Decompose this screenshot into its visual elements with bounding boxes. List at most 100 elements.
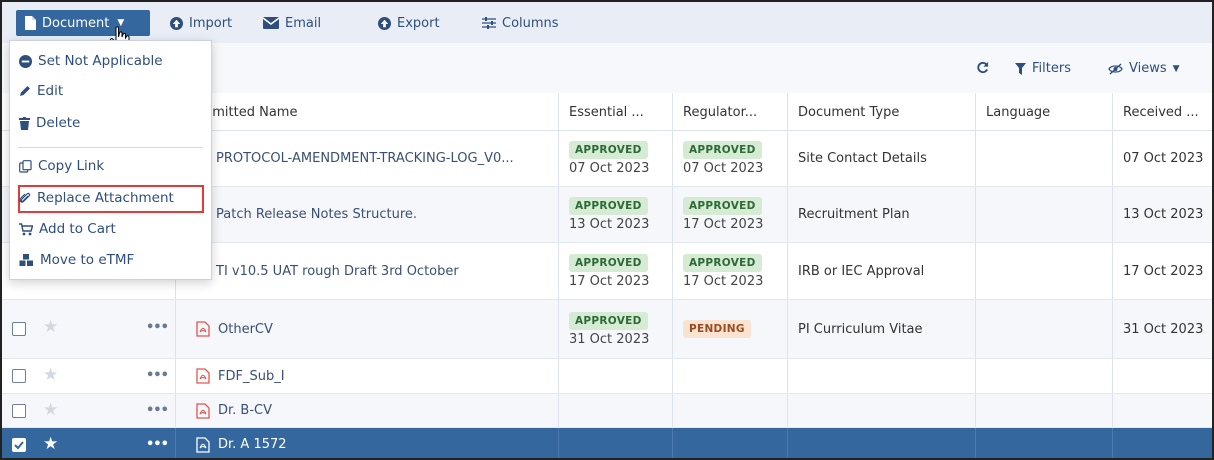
status-date: 17 Oct 2023 — [569, 273, 650, 289]
columns-button-label: Columns — [502, 15, 559, 31]
status-badge: PENDING — [683, 320, 751, 338]
email-button-label: Email — [285, 15, 322, 31]
regulatory-cell: PENDING — [672, 300, 787, 358]
menu-item-edit[interactable]: Edit — [19, 83, 63, 99]
menu-item-copy-link[interactable]: Copy Link — [19, 158, 104, 174]
row-checkbox-checked[interactable] — [12, 438, 26, 452]
table-row[interactable]: ★ ••• OtherCV APPROVED 31 Oct 2023 PENDIN… — [2, 300, 1212, 359]
toolbar: Document ▼ Import Email Export Columns — [2, 2, 1212, 51]
status-date: 07 Oct 2023 — [683, 161, 764, 176]
menu-item-label: Add to Cart — [39, 221, 116, 237]
email-button[interactable]: Email — [263, 10, 321, 36]
menu-item-add-to-cart[interactable]: Add to Cart — [19, 221, 116, 237]
document-name-link[interactable]: OtherCV — [218, 322, 273, 337]
pdf-file-icon — [196, 402, 210, 419]
name-cell[interactable]: FDF_Sub_I — [175, 359, 558, 393]
document-name-link[interactable]: Dr. B-CV — [218, 403, 272, 418]
status-badge: APPROVED — [683, 197, 762, 215]
filters-button-label: Filters — [1032, 61, 1071, 76]
more-actions-icon[interactable]: ••• — [146, 368, 169, 383]
more-actions-icon[interactable]: ••• — [146, 437, 169, 452]
status-date: 13 Oct 2023 — [569, 217, 650, 232]
pencil-icon — [20, 86, 30, 96]
column-header-label: Regulator... — [683, 104, 758, 120]
status-date: 31 Oct 2023 — [569, 331, 650, 347]
regulatory-cell: APPROVED 17 Oct 2023 — [672, 243, 787, 299]
menu-item-replace-attachment[interactable]: Replace Attachment — [19, 190, 174, 206]
row-checkbox[interactable] — [12, 369, 26, 383]
essential-cell: APPROVED 13 Oct 2023 — [558, 187, 672, 242]
document-name-link[interactable]: PROTOCOL-AMENDMENT-TRACKING-LOG_V0... — [216, 151, 514, 166]
column-header-language[interactable]: Language — [975, 93, 1112, 131]
essential-cell: APPROVED 31 Oct 2023 — [558, 300, 672, 358]
name-cell[interactable]: PROTOCOL-AMENDMENT-TRACKING-LOG_V0... — [175, 131, 558, 186]
document-type-cell — [787, 394, 975, 427]
star-icon[interactable]: ★ — [43, 434, 58, 454]
menu-item-delete[interactable]: Delete — [19, 115, 80, 131]
views-button[interactable]: Views ▼ — [1108, 61, 1180, 76]
document-type-cell — [787, 428, 975, 458]
star-icon[interactable]: ★ — [43, 400, 58, 420]
star-icon[interactable]: ★ — [43, 365, 58, 385]
table-row[interactable]: ★ ••• FDF_Sub_I — [2, 359, 1212, 394]
sliders-icon — [482, 17, 496, 29]
status-badge: APPROVED — [569, 253, 648, 272]
name-cell[interactable]: TI v10.5 UAT rough Draft 3rd October — [175, 243, 558, 299]
language-cell — [975, 359, 1112, 393]
document-name-link[interactable]: Dr. A 1572 — [218, 437, 287, 452]
status-badge: APPROVED — [683, 253, 762, 272]
table-row[interactable]: ★ ••• Dr. B-CV — [2, 394, 1212, 428]
pdf-file-icon — [196, 436, 210, 453]
name-cell[interactable]: Dr. A 1572 — [175, 428, 558, 458]
document-name-link[interactable]: Patch Release Notes Structure. — [216, 207, 417, 222]
import-button[interactable]: Import — [170, 10, 232, 36]
menu-item-set-not-applicable[interactable]: Set Not Applicable — [19, 53, 163, 69]
filter-icon — [1015, 62, 1026, 75]
essential-cell: APPROVED 07 Oct 2023 — [558, 131, 672, 186]
column-header-essential[interactable]: Essential ... — [558, 93, 672, 131]
received-cell — [1112, 428, 1212, 458]
menu-item-move-to-etmf[interactable]: Move to eTMF — [19, 252, 134, 268]
name-cell[interactable]: OtherCV — [175, 300, 558, 358]
copy-link-icon — [19, 159, 32, 173]
regulatory-cell: APPROVED 07 Oct 2023 — [672, 131, 787, 186]
import-button-label: Import — [189, 15, 233, 31]
received-cell: 17 Oct 2023 — [1112, 243, 1212, 299]
row-checkbox[interactable] — [12, 322, 26, 336]
more-actions-icon[interactable]: ••• — [146, 320, 169, 335]
document-name-link[interactable]: TI v10.5 UAT rough Draft 3rd October — [216, 264, 459, 279]
more-actions-icon[interactable]: ••• — [146, 403, 169, 418]
column-header-document-type[interactable]: Document Type — [787, 93, 975, 131]
language-cell — [975, 428, 1112, 458]
menu-divider — [18, 147, 203, 148]
table-row-selected[interactable]: ★ ••• Dr. A 1572 — [2, 428, 1212, 458]
name-cell[interactable]: Dr. B-CV — [175, 394, 558, 427]
column-header-regulatory[interactable]: Regulator... — [672, 93, 787, 131]
columns-button[interactable]: Columns — [482, 10, 559, 36]
column-header-received[interactable]: Received ... — [1112, 93, 1212, 131]
name-cell[interactable]: Patch Release Notes Structure. — [175, 187, 558, 242]
column-header-label: Essential ... — [569, 104, 644, 120]
essential-cell — [558, 394, 672, 427]
document-name-link[interactable]: FDF_Sub_I — [218, 369, 285, 384]
export-button[interactable]: Export — [378, 10, 440, 36]
refresh-button[interactable] — [976, 61, 989, 74]
received-cell: 31 Oct 2023 — [1112, 300, 1212, 358]
refresh-icon — [977, 61, 989, 74]
received-cell: 07 Oct 2023 — [1112, 131, 1212, 186]
document-type-cell: Site Contact Details — [787, 131, 975, 186]
document-type-cell: IRB or IEC Approval — [787, 243, 975, 299]
status-badge: APPROVED — [569, 197, 648, 215]
menu-item-label: Copy Link — [38, 158, 105, 174]
column-header-submitted-name[interactable]: bmitted Name — [175, 93, 558, 131]
status-badge: APPROVED — [683, 141, 762, 159]
cubes-icon — [19, 253, 33, 266]
star-icon[interactable]: ★ — [43, 317, 58, 337]
pdf-file-icon — [196, 321, 210, 337]
received-cell — [1112, 394, 1212, 427]
row-checkbox[interactable] — [12, 404, 26, 418]
arrow-up-circle-icon — [170, 16, 183, 30]
filters-button[interactable]: Filters — [1015, 61, 1071, 76]
caret-down-icon: ▼ — [1172, 63, 1180, 74]
export-button-label: Export — [397, 15, 440, 31]
